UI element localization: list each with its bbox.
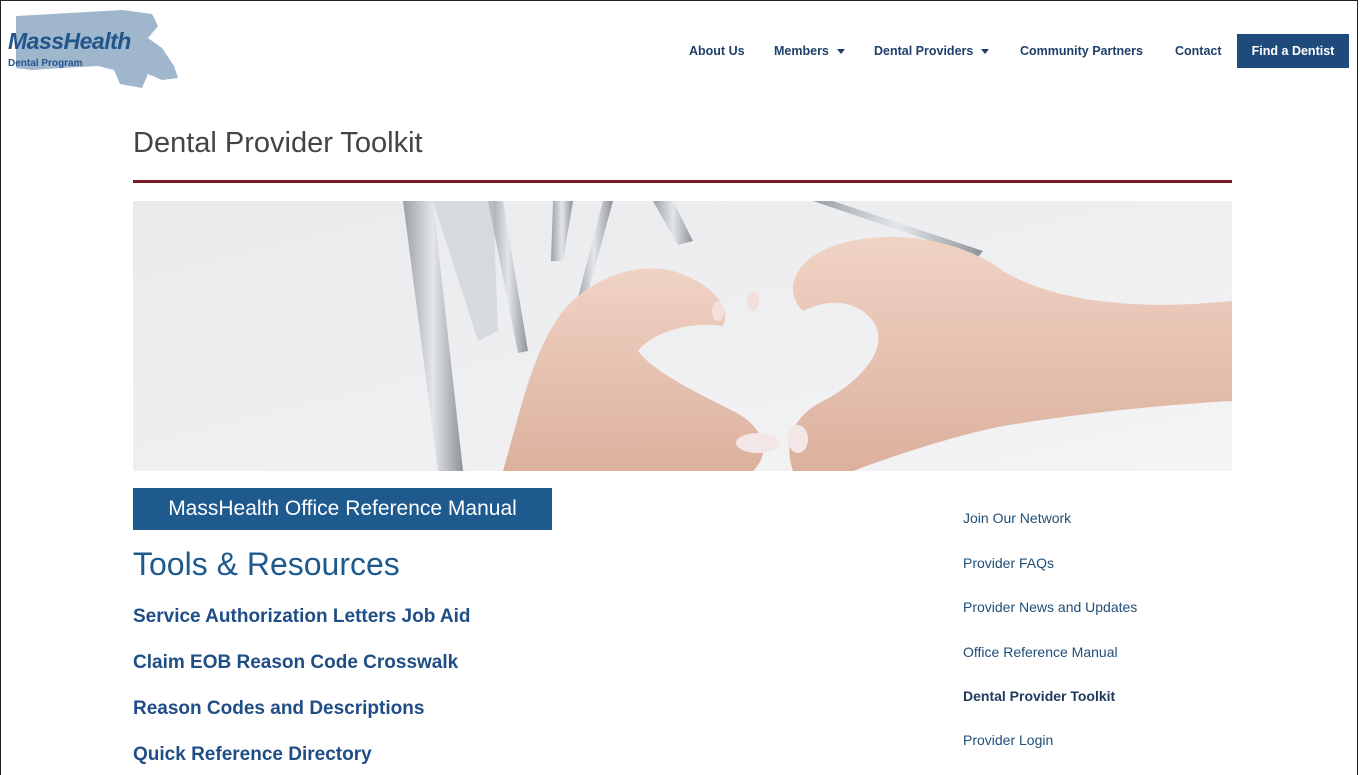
find-a-dentist-button[interactable]: Find a Dentist <box>1237 34 1349 68</box>
nav-community-partners[interactable]: Community Partners <box>1020 34 1143 68</box>
nav-about-us-label: About Us <box>689 44 745 58</box>
nav-contact-label: Contact <box>1175 44 1222 58</box>
sidebar-link-join-network[interactable]: Join Our Network <box>963 510 1071 526</box>
nav-about-us[interactable]: About Us <box>689 34 745 68</box>
tools-resources-heading: Tools & Resources <box>133 546 400 582</box>
chevron-down-icon <box>836 49 845 55</box>
nav-community-partners-label: Community Partners <box>1020 44 1143 58</box>
nav-contact[interactable]: Contact <box>1175 34 1222 68</box>
logo-subtitle: Dental Program <box>8 58 83 69</box>
resource-link[interactable]: Claim EOB Reason Code Crosswalk <box>133 652 458 674</box>
hero-image-hands-heart <box>133 201 1232 471</box>
nav-members[interactable]: Members <box>774 34 845 68</box>
nav-dental-providers[interactable]: Dental Providers <box>874 34 990 68</box>
sidebar-link-office-reference-manual[interactable]: Office Reference Manual <box>963 644 1118 660</box>
page-title: Dental Provider Toolkit <box>133 127 423 159</box>
nav-members-label: Members <box>774 44 829 58</box>
nav-dental-providers-label: Dental Providers <box>874 44 974 58</box>
chevron-down-icon <box>981 49 990 55</box>
office-reference-manual-button[interactable]: MassHealth Office Reference Manual <box>133 488 552 530</box>
title-divider <box>133 180 1232 183</box>
sidebar-link-provider-faqs[interactable]: Provider FAQs <box>963 555 1054 571</box>
sidebar-link-dental-provider-toolkit[interactable]: Dental Provider Toolkit <box>963 688 1115 704</box>
masshealth-logo[interactable]: MassHealth Dental Program <box>2 8 182 92</box>
resource-link[interactable]: Reason Codes and Descriptions <box>133 698 424 720</box>
resource-link[interactable]: Service Authorization Letters Job Aid <box>133 606 470 628</box>
sidebar-link-news-updates[interactable]: Provider News and Updates <box>963 599 1137 615</box>
resource-link[interactable]: Quick Reference Directory <box>133 744 372 766</box>
sidebar-link-provider-login[interactable]: Provider Login <box>963 732 1053 748</box>
logo-title: MassHealth <box>8 28 131 54</box>
